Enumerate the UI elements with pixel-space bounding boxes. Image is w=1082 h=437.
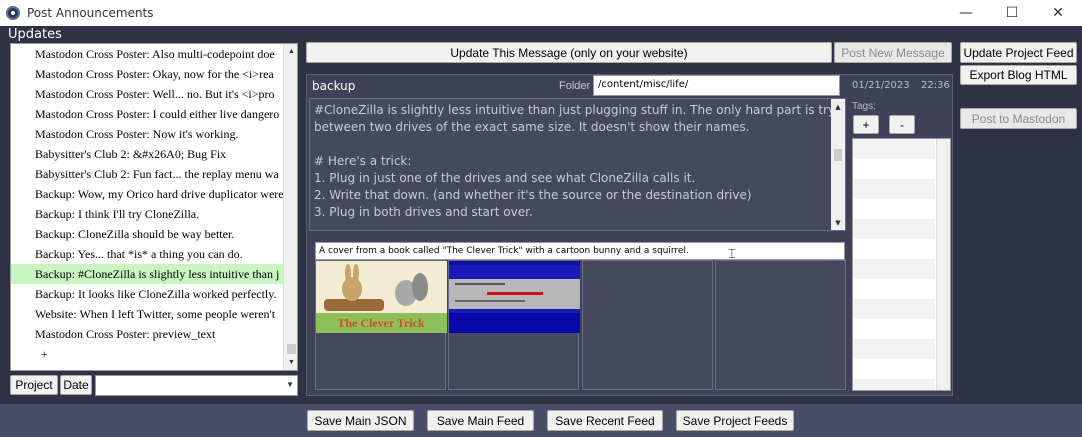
list-item[interactable]: Backup: I think I'll try CloneZilla. xyxy=(11,204,283,224)
tag-row[interactable] xyxy=(853,179,935,199)
chevron-down-icon: ▼ xyxy=(286,380,294,389)
scroll-thumb[interactable] xyxy=(287,344,296,354)
scroll-up-icon[interactable]: ▲ xyxy=(831,99,845,114)
tag-row[interactable] xyxy=(853,299,935,319)
body-scrollbar[interactable]: ▲ ▼ xyxy=(831,99,845,230)
tag-row[interactable] xyxy=(853,279,935,299)
image-slot-1[interactable]: The Clever Trick xyxy=(315,260,447,390)
list-item[interactable]: Babysitter's Club 2: Fun fact... the rep… xyxy=(11,164,283,184)
close-button[interactable]: ✕ xyxy=(1035,0,1081,26)
body-line: # Here's a trick: xyxy=(314,154,412,168)
folder-label: Folder xyxy=(559,80,591,92)
minimize-button[interactable]: — xyxy=(943,0,989,26)
tag-row[interactable] xyxy=(853,319,935,339)
body-line: 3. Plug in both drives and start over. xyxy=(314,205,533,219)
scroll-down-icon[interactable]: ▼ xyxy=(831,215,845,230)
book-cover-title: The Clever Trick xyxy=(337,316,425,330)
tag-row[interactable] xyxy=(853,239,935,259)
app-icon xyxy=(6,6,20,20)
list-item[interactable]: Website: When I left Twitter, some peopl… xyxy=(11,304,283,324)
tag-row[interactable] xyxy=(853,359,935,379)
bottom-bar xyxy=(0,404,1082,437)
window-title: Post Announcements xyxy=(27,6,154,20)
tags-scrollbar[interactable] xyxy=(936,139,950,390)
updates-label: Updates xyxy=(8,27,62,42)
list-item[interactable]: Mastodon Cross Poster: preview_text xyxy=(11,324,283,344)
save-main-json-button[interactable]: Save Main JSON xyxy=(307,410,414,431)
post-new-message-button[interactable]: Post New Message xyxy=(834,42,952,63)
list-item[interactable]: Mastodon Cross Poster: Also multi-codepo… xyxy=(11,44,283,64)
updates-scrollbar[interactable]: ▲ ▼ xyxy=(283,44,297,370)
list-item[interactable]: Backup: #CloneZilla is slightly less int… xyxy=(11,264,283,284)
tags-label: Tags: xyxy=(852,101,876,112)
maximize-button[interactable]: ☐ xyxy=(989,0,1035,26)
scroll-up-icon[interactable]: ▲ xyxy=(284,44,297,59)
update-project-feed-button[interactable]: Update Project Feed xyxy=(960,42,1077,63)
body-line: between two drives of the exact same siz… xyxy=(314,120,750,134)
filter-combo[interactable]: ▼ xyxy=(95,375,298,396)
tag-row[interactable] xyxy=(853,159,935,179)
save-recent-feed-button[interactable]: Save Recent Feed xyxy=(547,410,663,431)
tag-row[interactable] xyxy=(853,339,935,359)
folder-input[interactable]: /content/misc/life/ xyxy=(593,75,840,96)
post-date: 01/21/2023 xyxy=(852,80,910,91)
list-item[interactable]: Mastodon Cross Poster: Okay, now for the… xyxy=(11,64,283,84)
body-line: #CloneZilla is slightly less intuitive t… xyxy=(314,103,846,117)
post-time: 22:36 xyxy=(921,80,950,91)
sort-date-button[interactable]: Date xyxy=(60,375,92,395)
tag-row[interactable] xyxy=(853,139,935,159)
post-to-mastodon-button[interactable]: Post to Mastodon xyxy=(960,108,1077,129)
add-entry-row[interactable]: + xyxy=(11,344,283,364)
image-slot-4[interactable] xyxy=(715,260,846,390)
updates-list[interactable]: + Mastodon Cross Poster: preview_text Webs… xyxy=(10,43,298,371)
list-item[interactable]: Mastodon Cross Poster: Now it's working. xyxy=(11,124,283,144)
list-item[interactable]: Backup: Wow, my Orico hard drive duplica… xyxy=(11,184,283,204)
book-cover-image: The Clever Trick xyxy=(316,261,447,333)
list-item[interactable]: Mastodon Cross Poster: Well... no. But i… xyxy=(11,84,283,104)
title-bar: Post Announcements — ☐ ✕ xyxy=(0,0,1082,26)
tag-row[interactable] xyxy=(853,199,935,219)
add-tag-button[interactable]: + xyxy=(853,115,879,134)
tag-row[interactable] xyxy=(853,219,935,239)
remove-tag-button[interactable]: - xyxy=(889,115,915,134)
export-blog-html-button[interactable]: Export Blog HTML xyxy=(960,65,1077,85)
update-message-button[interactable]: Update This Message (only on your websit… xyxy=(306,42,832,63)
project-name: backup xyxy=(312,79,356,93)
list-item[interactable]: Mastodon Cross Poster: I could either li… xyxy=(11,104,283,124)
body-line: 2. Write that down. (and whether it's th… xyxy=(314,188,752,202)
tag-row[interactable] xyxy=(853,259,935,279)
list-item[interactable]: Backup: Yes... that *is* a thing you can… xyxy=(11,244,283,264)
body-line: 1. Plug in just one of the drives and se… xyxy=(314,171,696,185)
image-caption-input[interactable]: A cover from a book called "The Clever T… xyxy=(315,242,845,260)
save-project-feeds-button[interactable]: Save Project Feeds xyxy=(676,410,794,431)
list-item[interactable]: Backup: It looks like CloneZilla worked … xyxy=(11,284,283,304)
message-body-textarea[interactable]: 3. Plug in both drives and start over. 2.… xyxy=(309,98,846,231)
screenshot-image xyxy=(449,261,580,333)
image-slot-2[interactable] xyxy=(448,260,580,390)
tag-row[interactable] xyxy=(853,379,935,390)
save-main-feed-button[interactable]: Save Main Feed xyxy=(427,410,534,431)
sort-project-button[interactable]: Project xyxy=(10,375,58,395)
scroll-thumb[interactable] xyxy=(834,149,842,161)
tags-list[interactable] xyxy=(852,138,951,391)
scroll-down-icon[interactable]: ▼ xyxy=(284,355,297,370)
list-item[interactable]: Babysitter's Club 2: &#x26A0; Bug Fix xyxy=(11,144,283,164)
list-item[interactable]: Backup: CloneZilla should be way better. xyxy=(11,224,283,244)
text-cursor-icon: ⌶ xyxy=(728,246,736,261)
image-slot-3[interactable] xyxy=(582,260,713,390)
